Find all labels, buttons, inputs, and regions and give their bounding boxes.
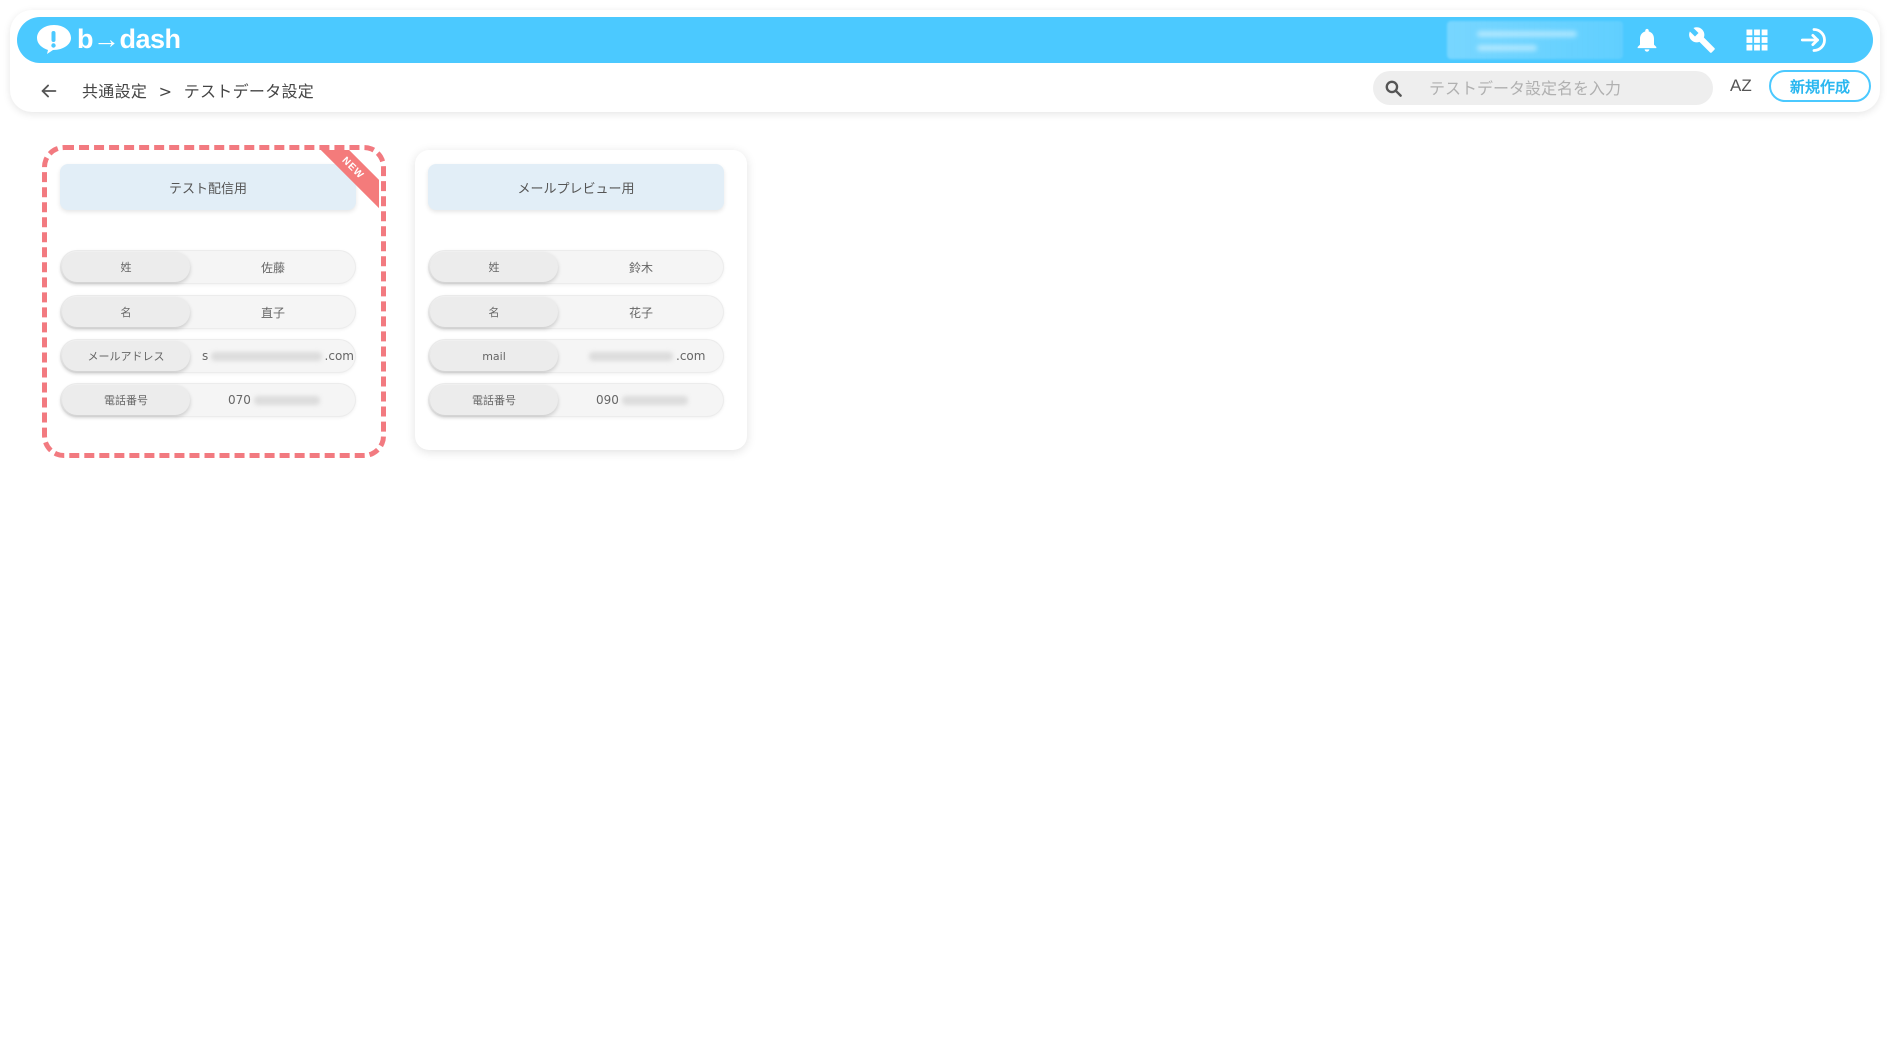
breadcrumb-item-test-data-settings: テストデータ設定 (183, 82, 315, 101)
new-create-button[interactable]: 新規作成 (1769, 70, 1871, 102)
field-row-phone: 電話番号 070 (60, 383, 356, 417)
back-arrow-icon[interactable] (38, 80, 60, 102)
redacted-text (621, 395, 688, 405)
logo-text: b→dash (77, 23, 181, 54)
wrench-icon[interactable] (1687, 25, 1717, 55)
field-row-email: mail .com (428, 339, 724, 373)
field-label: 電話番号 (430, 385, 558, 415)
field-row-last-name: 姓 鈴木 (428, 250, 724, 284)
test-data-card[interactable]: メールプレビュー用 姓 鈴木 名 花子 mail .com 電話番号 090 (415, 150, 747, 450)
value-prefix: s (202, 349, 209, 363)
speech-bubble-icon (35, 23, 73, 55)
search-input[interactable] (1429, 71, 1699, 105)
field-value: .com (560, 339, 722, 373)
field-row-phone: 電話番号 090 (428, 383, 724, 417)
logout-icon[interactable] (1799, 25, 1829, 55)
apps-grid-icon[interactable] (1742, 25, 1772, 55)
breadcrumb: 共通設定 > テストデータ設定 (82, 78, 320, 102)
search-box (1373, 71, 1713, 105)
sort-az-button[interactable]: AZ (1730, 76, 1752, 96)
field-value: s .com (192, 339, 354, 373)
card-title: テスト配信用 (60, 164, 356, 210)
field-label: 姓 (62, 252, 190, 282)
redacted-text (589, 351, 673, 361)
field-row-last-name: 姓 佐藤 (60, 250, 356, 284)
value-suffix: .com (324, 349, 354, 363)
field-label: 姓 (430, 252, 558, 282)
search-icon (1385, 80, 1402, 97)
field-row-first-name: 名 直子 (60, 295, 356, 329)
field-label: 電話番号 (62, 385, 190, 415)
bell-icon[interactable] (1632, 25, 1662, 55)
field-label: 名 (62, 297, 190, 327)
field-label: 名 (430, 297, 558, 327)
field-value: 090 (560, 383, 722, 417)
account-info[interactable] (1447, 21, 1623, 59)
field-row-first-name: 名 花子 (428, 295, 724, 329)
card-title: メールプレビュー用 (428, 164, 724, 210)
field-row-email: メールアドレス s .com (60, 339, 356, 373)
field-value: 070 (192, 383, 354, 417)
test-data-card[interactable]: テスト配信用 NEW 姓 佐藤 名 直子 メールアドレス s .com 電話番号… (47, 150, 379, 450)
field-label: メールアドレス (62, 341, 190, 371)
field-label: mail (430, 341, 558, 371)
redacted-text (253, 395, 320, 405)
value-suffix: .com (676, 349, 706, 363)
value-prefix: 070 (228, 393, 251, 407)
field-value: 鈴木 (628, 260, 653, 275)
top-bar: b→dash (17, 17, 1873, 63)
sub-toolbar: 共通設定 > テストデータ設定 AZ 新規作成 (10, 68, 1880, 112)
breadcrumb-separator: > (158, 82, 173, 101)
field-value: 花子 (628, 305, 653, 320)
field-value: 直子 (260, 305, 285, 320)
redacted-text (211, 351, 322, 361)
breadcrumb-item-common-settings[interactable]: 共通設定 (82, 82, 147, 101)
logo[interactable]: b→dash (35, 23, 181, 55)
field-value: 佐藤 (260, 260, 285, 275)
value-prefix: 090 (596, 393, 619, 407)
